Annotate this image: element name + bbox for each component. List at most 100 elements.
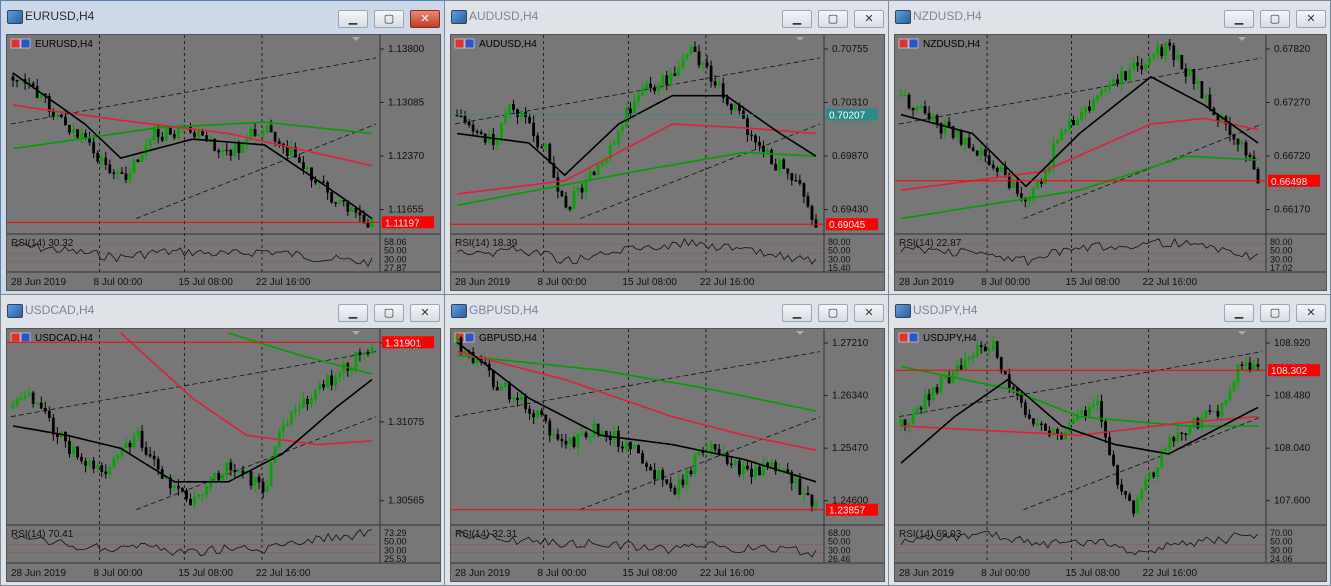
price-axis-label: 0.66170 bbox=[1274, 205, 1311, 216]
candle bbox=[366, 352, 370, 354]
maximize-button[interactable]: ▢ bbox=[1260, 304, 1290, 322]
chart-area[interactable]: USDCAD,H41.315901.310751.305651.31901RSI… bbox=[6, 328, 441, 582]
candle bbox=[233, 469, 237, 472]
candle bbox=[612, 143, 616, 145]
candle bbox=[1212, 410, 1216, 413]
candle bbox=[1164, 42, 1168, 57]
maximize-button[interactable]: ▢ bbox=[374, 10, 404, 28]
candle bbox=[1056, 429, 1059, 434]
candle bbox=[164, 127, 168, 141]
candle bbox=[1236, 139, 1240, 145]
candle bbox=[370, 347, 374, 354]
candle bbox=[733, 104, 737, 110]
candle bbox=[1019, 193, 1023, 199]
title-bar[interactable]: NZDUSD,H4 ▁ ▢ ✕ bbox=[889, 1, 1330, 31]
candle bbox=[136, 430, 140, 437]
candle bbox=[1248, 154, 1252, 158]
chart-window-audusd[interactable]: AUDUSD,H4 ▁ ▢ ✕ AUDUSD,H4 0.70755 0.70310 0… bbox=[444, 0, 889, 295]
window-title: EURUSD,H4 bbox=[25, 9, 95, 23]
candle bbox=[285, 423, 289, 426]
close-button[interactable]: ✕ bbox=[410, 10, 440, 28]
candle bbox=[774, 163, 778, 171]
candle bbox=[588, 436, 592, 439]
minimize-button[interactable]: ▁ bbox=[782, 10, 812, 28]
candle bbox=[229, 150, 233, 156]
candle bbox=[181, 488, 184, 491]
candle bbox=[289, 411, 293, 425]
chart-window-gbpusd[interactable]: GBPUSD,H4 ▁ ▢ ✕ GBPUSD,H4 1.27210 1.26340 1… bbox=[444, 294, 889, 586]
title-bar[interactable]: USDJPY,H4 ▁ ▢ ✕ bbox=[889, 295, 1330, 325]
title-bar[interactable]: USDCAD,H4 ▁ ▢ ✕ bbox=[1, 295, 444, 325]
candle bbox=[1168, 42, 1172, 46]
chart-window-nzdusd[interactable]: NZDUSD,H4 ▁ ▢ ✕ NZDUSD,H4 0.67820 0.67270 0… bbox=[888, 0, 1331, 295]
candle bbox=[556, 434, 560, 440]
title-bar[interactable]: EURUSD,H4 ▁ ▢ ✕ bbox=[1, 1, 444, 31]
chart-window-usdjpy[interactable]: USDJPY,H4 ▁ ▢ ✕ USDJPY,H4 108.920 108.480 1… bbox=[888, 294, 1331, 586]
close-button[interactable]: ✕ bbox=[854, 304, 884, 322]
chart-area[interactable]: GBPUSD,H4 1.27210 1.26340 1.25470 1.24600 1.2… bbox=[450, 328, 885, 582]
maximize-button[interactable]: ▢ bbox=[818, 304, 848, 322]
candle bbox=[971, 355, 975, 358]
close-button[interactable]: ✕ bbox=[854, 10, 884, 28]
candle bbox=[156, 129, 160, 138]
candle bbox=[15, 80, 19, 82]
candle bbox=[987, 155, 991, 166]
time-axis-label: 8 Jul 00:00 bbox=[94, 277, 143, 288]
time-axis-label: 28 Jun 2019 bbox=[11, 277, 66, 288]
candle bbox=[508, 382, 511, 400]
candle bbox=[762, 145, 765, 152]
candle bbox=[96, 152, 100, 162]
candle bbox=[750, 134, 753, 137]
candle bbox=[758, 142, 761, 147]
candle bbox=[633, 100, 636, 114]
maximize-button[interactable]: ▢ bbox=[1260, 10, 1290, 28]
candle bbox=[1031, 187, 1035, 198]
candle bbox=[148, 454, 152, 457]
candle bbox=[269, 125, 273, 133]
currency-flag-icon bbox=[20, 332, 31, 343]
maximize-button[interactable]: ▢ bbox=[374, 304, 404, 322]
candle bbox=[459, 115, 463, 118]
candle bbox=[144, 447, 148, 455]
candle bbox=[124, 442, 128, 449]
chart-area[interactable]: AUDUSD,H4 0.70755 0.70310 0.69870 0.69430 0.7… bbox=[450, 34, 885, 291]
candle bbox=[576, 433, 580, 448]
close-button[interactable]: ✕ bbox=[1296, 10, 1326, 28]
candle bbox=[1208, 94, 1212, 109]
candle bbox=[51, 111, 55, 117]
candle bbox=[1220, 403, 1224, 417]
candle bbox=[504, 382, 507, 387]
candle bbox=[277, 140, 281, 145]
close-button[interactable]: ✕ bbox=[410, 304, 440, 322]
candle bbox=[1035, 180, 1039, 188]
candle bbox=[645, 463, 648, 468]
chart-window-eurusd[interactable]: EURUSD,H4 ▁ ▢ ✕ EURUSD,H4 1.13800 1.13085 1… bbox=[0, 0, 445, 295]
minimize-button[interactable]: ▁ bbox=[338, 304, 368, 322]
candle bbox=[463, 115, 467, 123]
title-bar[interactable]: AUDUSD,H4 ▁ ▢ ✕ bbox=[445, 1, 888, 31]
candle bbox=[92, 142, 96, 154]
minimize-button[interactable]: ▁ bbox=[338, 10, 368, 28]
candle bbox=[197, 494, 200, 497]
minimize-button[interactable]: ▁ bbox=[1224, 304, 1254, 322]
candle bbox=[625, 108, 628, 127]
candle bbox=[176, 127, 180, 138]
candle bbox=[548, 420, 552, 436]
candle bbox=[927, 394, 931, 401]
candle bbox=[1088, 106, 1091, 111]
minimize-button[interactable]: ▁ bbox=[1224, 10, 1254, 28]
title-bar[interactable]: GBPUSD,H4 ▁ ▢ ✕ bbox=[445, 295, 888, 325]
chart-area[interactable]: NZDUSD,H4 0.67820 0.67270 0.66720 0.66170 0.6… bbox=[894, 34, 1327, 291]
chart-window-usdcad[interactable]: USDCAD,H4 ▁ ▢ ✕ USDCAD,H41.315901.310751… bbox=[0, 294, 445, 586]
candle bbox=[778, 159, 782, 171]
candle bbox=[269, 461, 273, 487]
chart-window-icon bbox=[451, 304, 467, 318]
minimize-button[interactable]: ▁ bbox=[782, 304, 812, 322]
close-button[interactable]: ✕ bbox=[1296, 304, 1326, 322]
chart-area[interactable]: EURUSD,H4 1.13800 1.13085 1.12370 1.11655 1.1… bbox=[6, 34, 441, 291]
maximize-button[interactable]: ▢ bbox=[818, 10, 848, 28]
currency-flag-icon bbox=[898, 38, 909, 49]
candle bbox=[47, 410, 51, 418]
chart-area[interactable]: USDJPY,H4 108.920 108.480 108.040 107.600 108… bbox=[894, 328, 1327, 582]
candle bbox=[923, 394, 927, 410]
